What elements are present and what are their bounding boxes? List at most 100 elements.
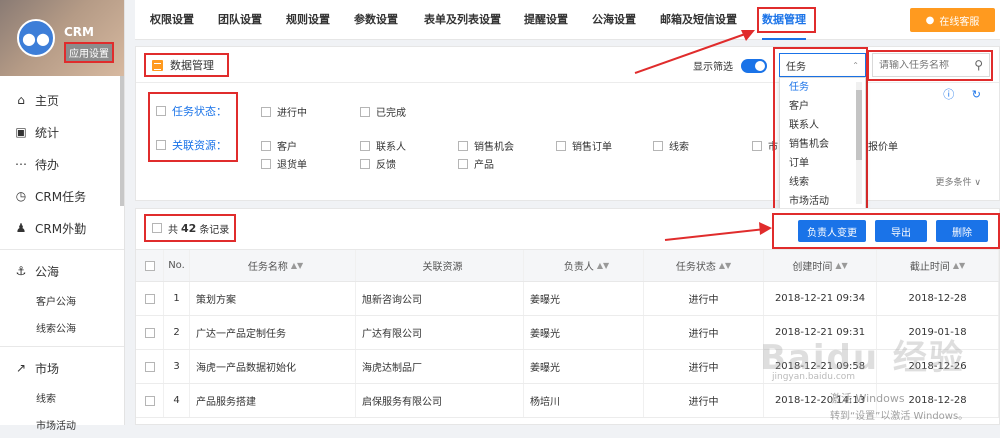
header-no: No. [164,250,190,281]
sidebar-item-leads[interactable]: 线索 [0,384,124,411]
checkbox[interactable] [261,158,271,169]
resource-type-select[interactable]: 任务 ⌃ [779,53,866,77]
tab-forms[interactable]: 表单及列表设置 [424,0,501,40]
resource-option[interactable]: 退货单 [261,156,307,171]
checkbox[interactable] [556,140,566,151]
dropdown-item[interactable]: 任务 [780,78,865,97]
select-all-checkbox[interactable] [152,223,162,233]
dropdown-item[interactable]: 线索 [780,173,865,192]
resource-filter-label[interactable]: 关联资源： [156,137,227,153]
tab-sea[interactable]: 公海设置 [592,0,636,40]
tab-team[interactable]: 团队设置 [218,0,262,40]
export-button[interactable]: 导出 [875,220,927,242]
resource-option[interactable]: 销售订单 [556,138,612,153]
dropdown-item[interactable]: 客户 [780,97,865,116]
cell-resource[interactable]: 海虎达制品厂 [356,350,524,383]
option-label: 反馈 [376,160,396,171]
search-input[interactable] [879,59,959,71]
sidebar-item-label: 统计 [35,125,60,140]
tab-params[interactable]: 参数设置 [354,0,398,40]
cell-task-name[interactable]: 广达一产品定制任务 [190,316,356,349]
resource-option[interactable]: 反馈 [360,156,396,171]
checkbox[interactable] [261,106,271,117]
checkbox[interactable] [653,140,663,151]
checkbox[interactable] [261,140,271,151]
dropdown-item[interactable]: 销售机会 [780,135,865,154]
checkbox[interactable] [360,106,370,117]
app-settings-tag[interactable]: 应用设置 [64,42,114,63]
status-option-done[interactable]: 已完成 [360,104,406,119]
checkbox[interactable] [360,140,370,151]
cell-task-name[interactable]: 海虎一产品数据初始化 [190,350,356,383]
cell-task-name[interactable]: 产品服务搭建 [190,384,356,417]
change-owner-button[interactable]: 负责人变更 [798,220,866,242]
sort-icon[interactable]: ▲▼ [597,261,609,270]
task-search[interactable]: ⚲ [872,53,990,77]
dropdown-scrollbar[interactable] [856,82,862,204]
resource-option[interactable]: 产品 [458,156,494,171]
header-owner[interactable]: 负责人 ▲▼ [524,250,644,281]
option-label: 联系人 [376,142,406,153]
checkbox[interactable] [144,293,155,304]
checkbox[interactable] [752,140,762,151]
checkbox[interactable] [144,327,155,338]
refresh-icon[interactable]: ↻ [972,88,981,101]
sidebar-item-label: 待办 [35,157,60,172]
cell-task-name[interactable]: 策划方案 [190,282,356,315]
header-created[interactable]: 创建时间 ▲▼ [764,250,877,281]
resource-option[interactable]: 销售机会 [458,138,514,153]
resource-option[interactable]: 客户 [261,138,297,153]
sort-icon[interactable]: ▲▼ [835,261,847,270]
checkbox[interactable] [144,260,155,271]
sidebar-item-stats[interactable]: ▣ 统计 [0,116,124,148]
checkbox[interactable] [458,158,468,169]
sort-icon[interactable]: ▲▼ [291,261,303,270]
header-deadline[interactable]: 截止时间 ▲▼ [877,250,999,281]
status-filter-label[interactable]: 任务状态： [156,103,227,119]
checkbox[interactable] [458,140,468,151]
sort-icon[interactable]: ▲▼ [719,261,731,270]
more-conditions-link[interactable]: 更多条件 ∨ [936,175,981,188]
cell-resource[interactable]: 广达有限公司 [356,316,524,349]
sidebar-item-crm-field[interactable]: ♟ CRM外勤 [0,212,124,244]
online-service-button[interactable]: ● 在线客服 [910,8,995,32]
delete-button[interactable]: 删除 [936,220,988,242]
avatar[interactable]: ●● [17,19,55,57]
dropdown-item[interactable]: 联系人 [780,116,865,135]
checkbox[interactable] [156,106,166,116]
tab-permission[interactable]: 权限设置 [150,0,194,40]
sidebar-group-sea[interactable]: ⚓ 公海 [0,255,124,287]
tab-email-sms[interactable]: 邮箱及短信设置 [660,0,737,40]
option-label: 客户 [277,142,297,153]
sidebar-item-lead-sea[interactable]: 线索公海 [0,314,124,341]
resource-option[interactable]: 报价单 [868,138,898,153]
tab-reminders[interactable]: 提醒设置 [524,0,568,40]
tab-rules[interactable]: 规则设置 [286,0,330,40]
sidebar-group-market[interactable]: ↗ 市场 [0,352,124,384]
cell-resource[interactable]: 启保服务有限公司 [356,384,524,417]
status-option-in-progress[interactable]: 进行中 [261,104,307,119]
resource-option[interactable]: 线索 [653,138,689,153]
checkbox[interactable] [156,140,166,150]
checkbox[interactable] [144,395,155,406]
search-icon[interactable]: ⚲ [974,58,983,72]
show-filter-toggle[interactable]: 显示筛选 [693,58,767,73]
sidebar-item-crm-task[interactable]: ◷ CRM任务 [0,180,124,212]
header-status[interactable]: 任务状态 ▲▼ [644,250,764,281]
header-task-name[interactable]: 任务名称 ▲▼ [190,250,356,281]
sidebar-item-todo[interactable]: ⋯ 待办 [0,148,124,180]
sidebar-item-customer-sea[interactable]: 客户公海 [0,287,124,314]
resource-option[interactable]: 联系人 [360,138,406,153]
checkbox[interactable] [360,158,370,169]
sort-icon[interactable]: ▲▼ [953,261,965,270]
header-checkbox-cell [136,250,164,281]
sidebar-item-home[interactable]: ⌂ 主页 [0,84,124,116]
table-row[interactable]: 1 策划方案 旭新咨询公司 姜曝光 进行中 2018-12-21 09:34 2… [136,282,999,316]
sidebar-scrollbar[interactable] [120,76,124,206]
online-service-label: 在线客服 [939,16,980,28]
cell-resource[interactable]: 旭新咨询公司 [356,282,524,315]
info-icon[interactable]: ⓘ [943,88,954,101]
filter-switch[interactable] [741,58,767,73]
dropdown-item[interactable]: 订单 [780,154,865,173]
checkbox[interactable] [144,361,155,372]
